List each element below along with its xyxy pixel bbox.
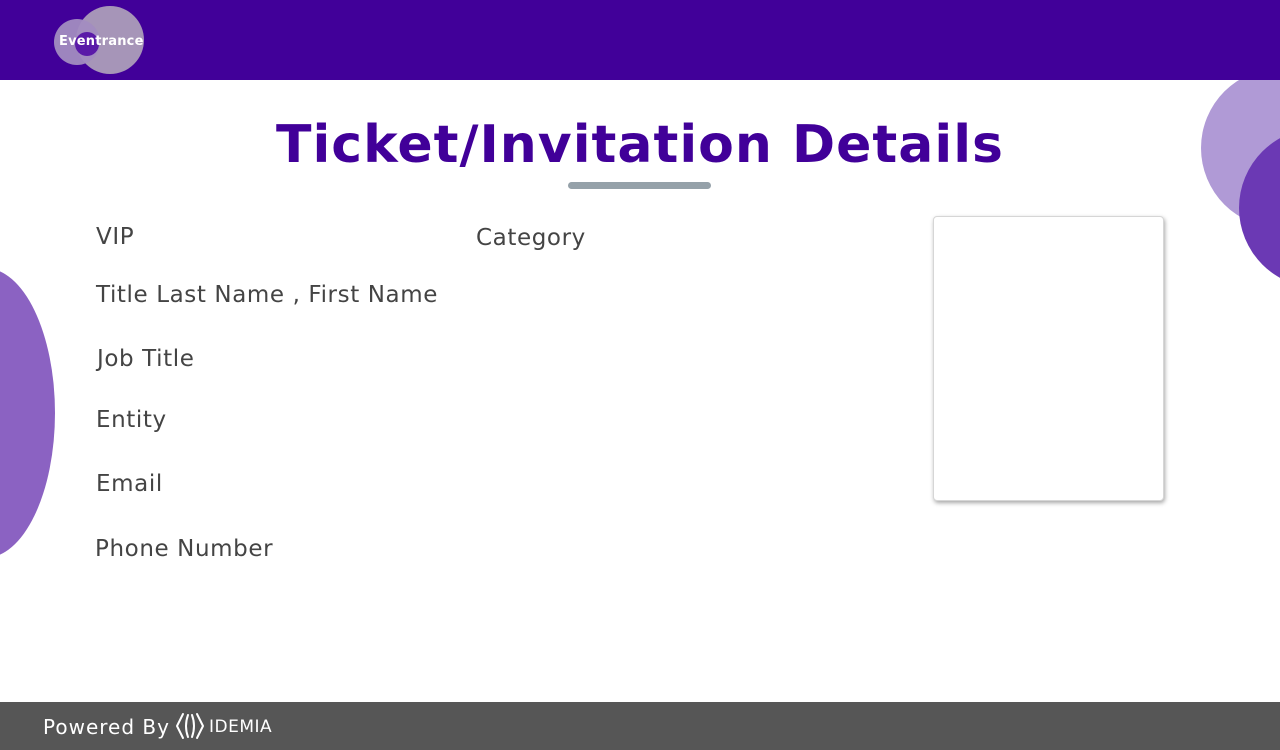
category-label: Category bbox=[476, 225, 586, 251]
powered-by-text: Powered By bbox=[43, 715, 170, 739]
attendee-name-label: Title Last Name , First Name bbox=[96, 282, 438, 308]
title-underline bbox=[568, 182, 711, 189]
top-header: Eventrance bbox=[0, 0, 1280, 80]
decorative-blob-left bbox=[0, 268, 55, 558]
idemia-brand-text: IDEMIA bbox=[209, 717, 273, 737]
logo-text: Eventrance bbox=[59, 34, 144, 49]
entity-label: Entity bbox=[96, 407, 167, 433]
ticket-details-page: Eventrance Ticket/Invitation Details VIP… bbox=[0, 0, 1280, 750]
eventrance-logo[interactable]: Eventrance bbox=[54, 6, 146, 74]
attendee-photo-placeholder bbox=[933, 216, 1164, 501]
job-title-label: Job Title bbox=[97, 346, 195, 372]
phone-number-label: Phone Number bbox=[95, 536, 274, 562]
ticket-type-label: VIP bbox=[96, 224, 135, 250]
idemia-logo-icon bbox=[176, 713, 204, 739]
footer: Powered By IDEMIA bbox=[0, 702, 1280, 750]
email-label: Email bbox=[96, 471, 163, 497]
page-title: Ticket/Invitation Details bbox=[276, 115, 1004, 175]
